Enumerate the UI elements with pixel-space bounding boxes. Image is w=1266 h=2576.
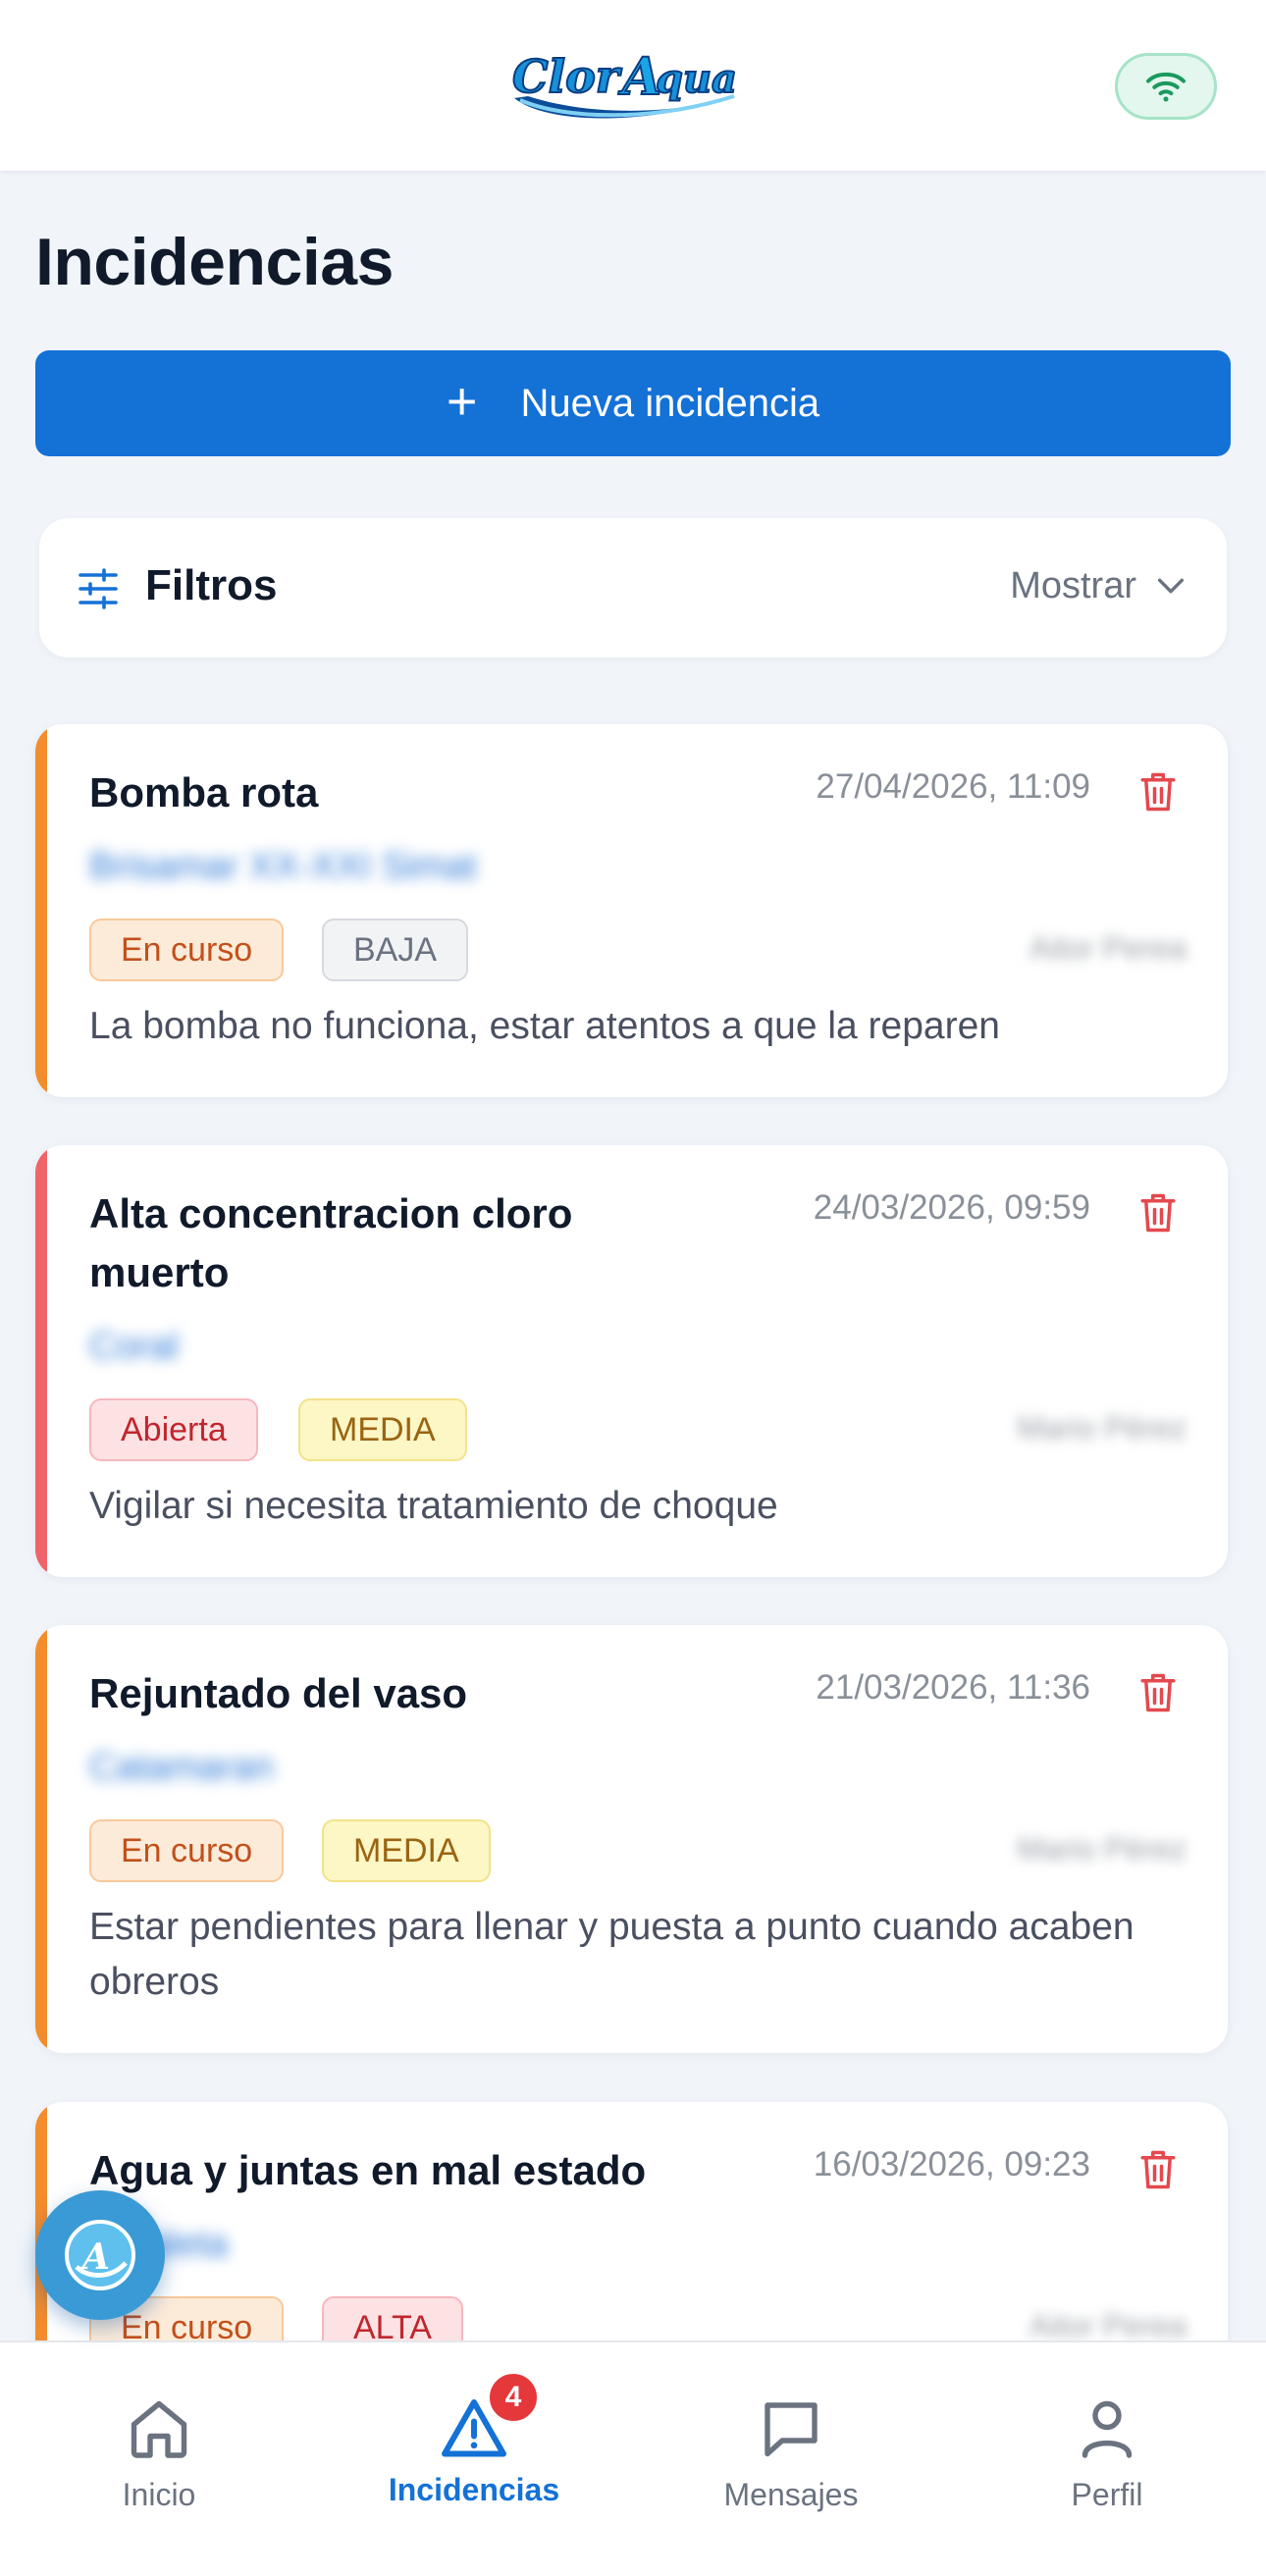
clor-aqua-assistant-icon: A (65, 2220, 135, 2290)
filters-toggle-label[interactable]: Mostrar (1010, 565, 1136, 607)
priority-badge: BAJA (322, 919, 469, 981)
status-stripe (35, 1145, 47, 1577)
incident-card[interactable]: Alta concentracion cloro muerto 24/03/20… (35, 1145, 1228, 1577)
incident-description: Estar pendientes para llenar y puesta a … (89, 1906, 1134, 2003)
priority-badge: MEDIA (322, 1819, 491, 1882)
home-icon (131, 2400, 187, 2458)
sliders-icon (79, 568, 118, 609)
incident-date: 24/03/2026, 09:59 (813, 1188, 1090, 1227)
incident-description: La bomba no funciona, estar atentos a qu… (89, 1005, 1000, 1047)
incident-client[interactable]: Coral (89, 1326, 179, 1368)
clor-aqua-logo: Clor A qua (506, 43, 752, 128)
user-icon (1081, 2400, 1133, 2458)
trash-icon[interactable] (1137, 1670, 1179, 1715)
plus-icon: + (446, 372, 478, 431)
new-incident-label: Nueva incidencia (520, 381, 820, 425)
connection-status-button[interactable] (1115, 53, 1217, 120)
incident-title: Bomba rota (89, 769, 319, 815)
nav-label: Perfil (1071, 2477, 1143, 2512)
nav-label: Inicio (122, 2477, 196, 2512)
new-incident-button[interactable]: + Nueva incidencia (35, 350, 1231, 456)
incident-description: Vigilar si necesita tratamiento de choqu… (89, 1485, 778, 1527)
status-badge: En curso (89, 919, 285, 981)
trash-icon[interactable] (1137, 769, 1179, 815)
bottom-navigation: Inicio 4 Incidencias Mensajes Perfil (0, 2340, 1266, 2576)
wifi-icon (1146, 72, 1186, 102)
incident-title: Alta concentracion cloro muerto (89, 1190, 573, 1295)
incident-date: 21/03/2026, 11:36 (816, 1668, 1090, 1707)
filters-panel[interactable]: Filtros Mostrar (39, 518, 1227, 657)
nav-item-inicio[interactable]: Inicio (51, 2393, 267, 2513)
svg-text:Clor: Clor (512, 50, 623, 103)
incident-assignee: Mario Pérez (1017, 1410, 1187, 1446)
incident-client[interactable]: Catamaran (89, 1747, 274, 1789)
incident-date: 16/03/2026, 09:23 (813, 2145, 1090, 2183)
nav-item-incidencias[interactable]: 4 Incidencias (366, 2370, 582, 2508)
top-bar: Clor A qua (0, 0, 1266, 171)
incident-card[interactable]: Rejuntado del vaso 21/03/2026, 11:36 Cat… (35, 1625, 1228, 2053)
incident-assignee: Aitor Perea (1029, 2308, 1187, 2343)
notification-badge: 4 (486, 2370, 541, 2425)
incident-title: Agua y juntas en mal estado (89, 2147, 647, 2193)
nav-item-mensajes[interactable]: Mensajes (683, 2393, 899, 2513)
assistant-button[interactable]: A (35, 2190, 165, 2320)
nav-item-perfil[interactable]: Perfil (999, 2393, 1215, 2513)
status-badge: En curso (89, 1819, 285, 1882)
incident-date: 27/04/2026, 11:09 (816, 767, 1090, 806)
trash-icon[interactable] (1137, 1190, 1179, 1235)
incident-title: Rejuntado del vaso (89, 1670, 468, 1716)
incident-assignee: Mario Pérez (1017, 1831, 1187, 1866)
trash-icon[interactable] (1137, 2147, 1179, 2192)
nav-label: Incidencias (388, 2472, 560, 2507)
incident-card[interactable]: Bomba rota 27/04/2026, 11:09 Brisamar XX… (35, 724, 1228, 1097)
filters-title: Filtros (145, 561, 278, 609)
svg-text:A: A (79, 2236, 110, 2278)
chevron-down-icon[interactable] (1154, 573, 1187, 599)
status-stripe (35, 1625, 47, 2053)
priority-badge: MEDIA (298, 1398, 467, 1461)
incident-client[interactable]: Brisamar XX-XXI Simat (89, 846, 477, 888)
incident-assignee: Aitor Perea (1029, 930, 1187, 966)
status-badge: Abierta (89, 1398, 258, 1461)
chat-icon (765, 2402, 818, 2457)
nav-label: Mensajes (723, 2477, 859, 2512)
page-title: Incidencias (35, 225, 394, 299)
status-stripe (35, 724, 47, 1097)
svg-text:qua: qua (656, 56, 737, 102)
